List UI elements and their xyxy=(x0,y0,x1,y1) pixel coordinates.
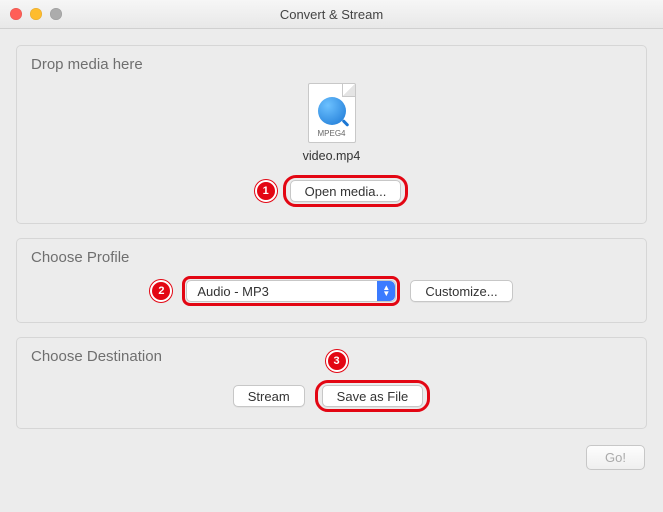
quicktime-icon xyxy=(318,97,346,125)
window-controls xyxy=(0,8,62,20)
drop-area[interactable]: MPEG4 video.mp4 xyxy=(31,83,632,163)
annotation-ring-1: Open media... xyxy=(283,175,409,207)
media-codec-label: MPEG4 xyxy=(317,129,345,138)
annotation-ring-2: Audio - MP3 ▲▼ xyxy=(182,276,400,306)
drop-media-title: Drop media here xyxy=(31,56,632,73)
zoom-window-button xyxy=(50,8,62,20)
profile-section: Choose Profile 2 Audio - MP3 ▲▼ Customiz… xyxy=(16,238,647,323)
close-window-button[interactable] xyxy=(10,8,22,20)
stream-button[interactable]: Stream xyxy=(233,385,305,407)
annotation-badge-2: 2 xyxy=(150,280,172,302)
destination-title: Choose Destination xyxy=(31,348,162,365)
window-title: Convert & Stream xyxy=(0,7,663,22)
minimize-window-button[interactable] xyxy=(30,8,42,20)
annotation-badge-1: 1 xyxy=(255,180,277,202)
media-file-name: video.mp4 xyxy=(303,149,361,163)
media-file-icon: MPEG4 xyxy=(308,83,356,143)
annotation-badge-3: 3 xyxy=(326,350,348,372)
titlebar: Convert & Stream xyxy=(0,0,663,29)
updown-icon: ▲▼ xyxy=(377,281,395,301)
drop-media-section: Drop media here MPEG4 video.mp4 1 Open m… xyxy=(16,45,647,224)
profile-title: Choose Profile xyxy=(31,249,632,266)
go-button[interactable]: Go! xyxy=(586,445,645,470)
profile-select[interactable]: Audio - MP3 ▲▼ xyxy=(186,280,396,302)
customize-button[interactable]: Customize... xyxy=(410,280,512,302)
save-as-file-button[interactable]: Save as File xyxy=(322,385,424,407)
annotation-ring-3: Save as File xyxy=(315,380,431,412)
destination-section: Choose Destination 3 Stream Save as File xyxy=(16,337,647,429)
profile-select-value: Audio - MP3 xyxy=(197,284,269,299)
open-media-button[interactable]: Open media... xyxy=(290,180,402,202)
